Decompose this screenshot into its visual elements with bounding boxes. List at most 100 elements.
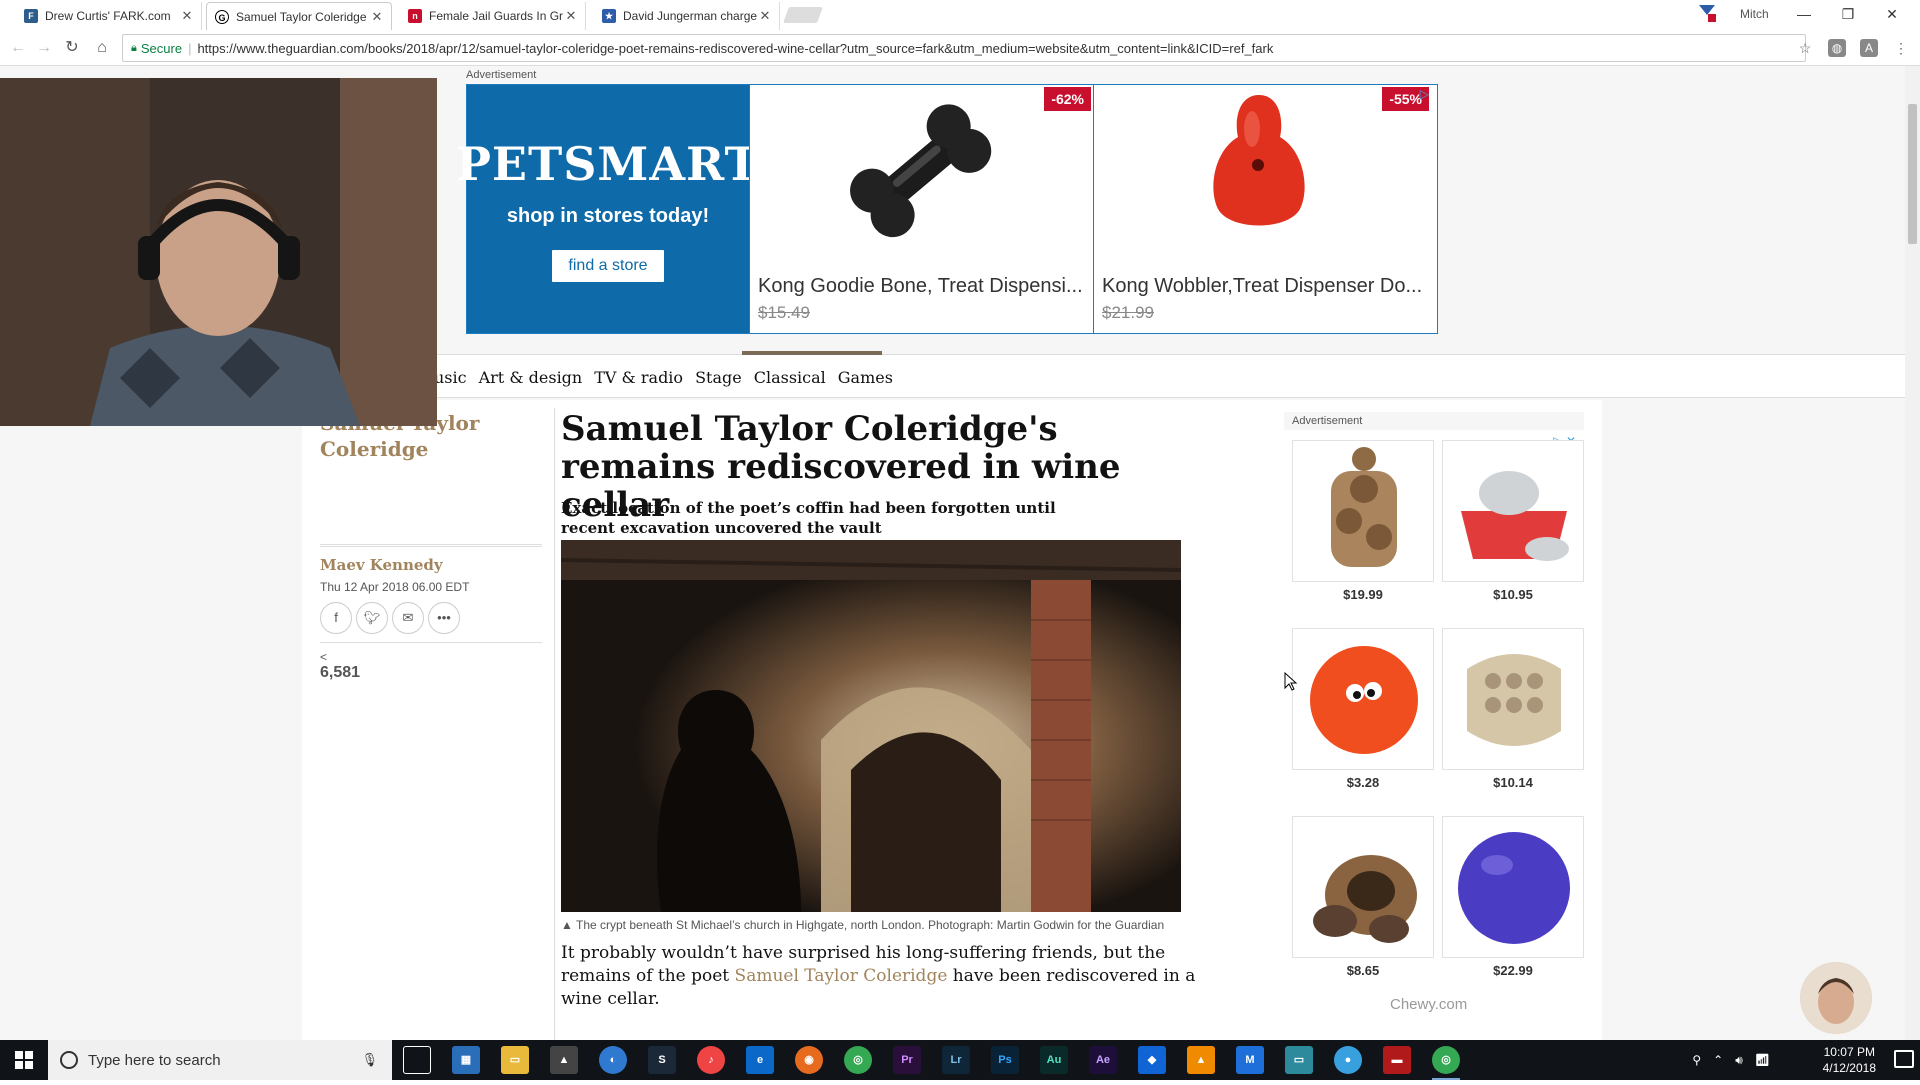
search-icon <box>60 1051 78 1069</box>
restore-icon[interactable]: ❐ <box>1826 0 1870 28</box>
notifications-icon[interactable] <box>1894 1050 1914 1068</box>
share-count-icon: < <box>320 650 328 664</box>
email-share-icon[interactable]: ✉ <box>392 602 424 634</box>
petsmart-panel[interactable]: PETSMART shop in stores today! find a st… <box>456 85 759 333</box>
facebook-share-icon[interactable]: f <box>320 602 352 634</box>
lightroom-icon[interactable]: Lr <box>942 1046 970 1074</box>
volume-icon[interactable]: 🔊︎ <box>1735 1053 1743 1068</box>
nav-item-stage[interactable]: Stage <box>695 368 742 387</box>
nav-item-tv-radio[interactable]: TV & radio <box>594 368 683 387</box>
app-icon-window[interactable]: ▭ <box>1285 1046 1313 1074</box>
product-tile[interactable] <box>1442 816 1584 958</box>
clock-date: 4/12/2018 <box>1822 1061 1876 1075</box>
article-main-image[interactable] <box>561 540 1181 912</box>
scrollbar-thumb[interactable] <box>1908 104 1917 244</box>
product-tile[interactable] <box>1292 816 1434 958</box>
chewy-brand[interactable]: Chewy.com <box>1390 996 1467 1013</box>
page-scrollbar[interactable] <box>1905 66 1920 1040</box>
close-icon[interactable]: ✕ <box>757 8 773 24</box>
adchoices-icon[interactable]: ▷ <box>1420 87 1429 101</box>
extension-a-icon[interactable]: A <box>1860 39 1878 57</box>
tab-jungerman[interactable]: ★ David Jungerman charge ✕ <box>594 2 780 30</box>
extension-icon[interactable] <box>1696 2 1718 24</box>
photoshop-icon[interactable]: Ps <box>991 1046 1019 1074</box>
more-share-icon[interactable]: ••• <box>428 602 460 634</box>
minimize-icon[interactable]: — <box>1782 0 1826 28</box>
news-icon: n <box>408 9 422 23</box>
product-tile[interactable] <box>1442 440 1584 582</box>
audition-icon[interactable]: Au <box>1040 1046 1068 1074</box>
bookmark-star-icon[interactable]: ☆ <box>1796 39 1814 57</box>
app-icon-store[interactable]: ▦ <box>452 1046 480 1074</box>
photos-icon[interactable]: ▲ <box>550 1046 578 1074</box>
product-kong-wobbler[interactable]: -55% ▷ Kong Wobbler,Treat Dispenser Do..… <box>1093 85 1437 333</box>
app-icon-blue[interactable]: ◐ <box>599 1046 627 1074</box>
close-icon[interactable]: ✕ <box>179 8 195 24</box>
tray-expand-icon[interactable]: ⌃ <box>1713 1053 1723 1067</box>
after-effects-icon[interactable]: Ae <box>1089 1046 1117 1074</box>
product-tile[interactable] <box>1292 628 1434 770</box>
tab-guardian[interactable]: G Samuel Taylor Coleridge ✕ <box>206 2 392 30</box>
tab-jail-guards[interactable]: n Female Jail Guards In Gr ✕ <box>400 2 586 30</box>
close-icon[interactable]: ✕ <box>369 9 385 25</box>
microphone-icon[interactable]: 🎙︎ <box>361 1052 378 1068</box>
reload-icon[interactable]: ↻ <box>60 36 84 60</box>
menu-icon[interactable]: ⋮ <box>1892 39 1910 57</box>
nav-item-games[interactable]: Games <box>838 368 893 387</box>
task-view-icon[interactable] <box>403 1046 431 1074</box>
back-icon[interactable]: ← <box>6 36 30 60</box>
forward-icon[interactable]: → <box>32 36 56 60</box>
top-banner-ad[interactable]: PETSMART shop in stores today! find a st… <box>456 84 1438 334</box>
chrome-icon[interactable]: ◎ <box>844 1046 872 1074</box>
windows-taskbar: Type here to search 🎙︎ ▦ ▭ ▲ ◐ S ♪ e ◉ ◎… <box>0 1040 1920 1080</box>
app-icon-m[interactable]: M <box>1236 1046 1264 1074</box>
product-tile[interactable] <box>1442 628 1584 770</box>
premiere-icon[interactable]: Pr <box>893 1046 921 1074</box>
extension-globe-icon[interactable]: ◍ <box>1828 39 1846 57</box>
itunes-icon[interactable]: ♪ <box>697 1046 725 1074</box>
app-icon-red[interactable]: ▬ <box>1383 1046 1411 1074</box>
home-icon[interactable]: ⌂ <box>90 36 114 60</box>
product-name: Kong Wobbler,Treat Dispenser Do... <box>1102 275 1423 297</box>
product-price: $22.99 <box>1493 963 1533 978</box>
taskbar-search-input[interactable]: Type here to search 🎙︎ <box>48 1040 392 1080</box>
nav-item-classical[interactable]: Classical <box>754 368 826 387</box>
app-icon-drop[interactable]: ● <box>1334 1046 1362 1074</box>
image-caption: ▲ The crypt beneath St Michael’s church … <box>561 918 1164 932</box>
window-close-icon[interactable]: ✕ <box>1870 0 1914 28</box>
network-icon[interactable]: 📶︎ <box>1755 1053 1770 1067</box>
vlc-icon[interactable]: ▲ <box>1187 1046 1215 1074</box>
chrome-active-icon[interactable]: ◎ <box>1432 1046 1460 1080</box>
section-nav-items: usic Art & design TV & radio Stage Class… <box>434 368 893 387</box>
windows-start-icon[interactable] <box>0 1040 48 1080</box>
nav-item-music[interactable]: usic <box>434 368 467 387</box>
secure-label: Secure <box>140 40 183 56</box>
nav-item-art-design[interactable]: Art & design <box>479 368 583 387</box>
close-icon[interactable]: ✕ <box>563 8 579 24</box>
chewy-ad[interactable]: Advertisement ▷ ✕ $19.99 $10.95 <box>1284 412 1584 1022</box>
coleridge-link[interactable]: Samuel Taylor Coleridge <box>735 966 948 986</box>
active-section-indicator <box>742 351 882 355</box>
chat-avatar[interactable] <box>1800 962 1872 1034</box>
dropbox-icon[interactable]: ◆ <box>1138 1046 1166 1074</box>
edge-icon[interactable]: e <box>746 1046 774 1074</box>
product-tile[interactable] <box>1292 440 1434 582</box>
address-bar[interactable]: 🔒︎ Secure | https://www.theguardian.com/… <box>122 34 1806 62</box>
file-explorer-icon[interactable]: ▭ <box>501 1046 529 1074</box>
product-kong-bone[interactable]: -62% Kong Goodie Bone, Treat Dispensi...… <box>749 85 1093 333</box>
clock-time: 10:07 PM <box>1823 1045 1875 1059</box>
firefox-icon[interactable]: ◉ <box>795 1046 823 1074</box>
article-body: It probably wouldn’t have surprised his … <box>561 942 1201 1011</box>
author-link[interactable]: Maev Kennedy <box>320 556 443 574</box>
steam-icon[interactable]: S <box>648 1046 676 1074</box>
system-clock[interactable]: 10:07 PM 4/12/2018 <box>1823 1044 1876 1076</box>
new-tab-button[interactable] <box>783 7 823 23</box>
tab-fark[interactable]: F Drew Curtis' FARK.com ✕ <box>16 2 202 30</box>
find-store-button[interactable]: find a store <box>552 249 664 282</box>
people-icon[interactable]: ⚲ <box>1692 1053 1701 1067</box>
twitter-share-icon[interactable]: 🐦︎ <box>356 602 388 634</box>
divider <box>320 544 542 547</box>
divider <box>320 642 542 643</box>
kong-bone-image <box>850 104 992 238</box>
profile-name[interactable]: Mitch <box>1740 7 1769 21</box>
